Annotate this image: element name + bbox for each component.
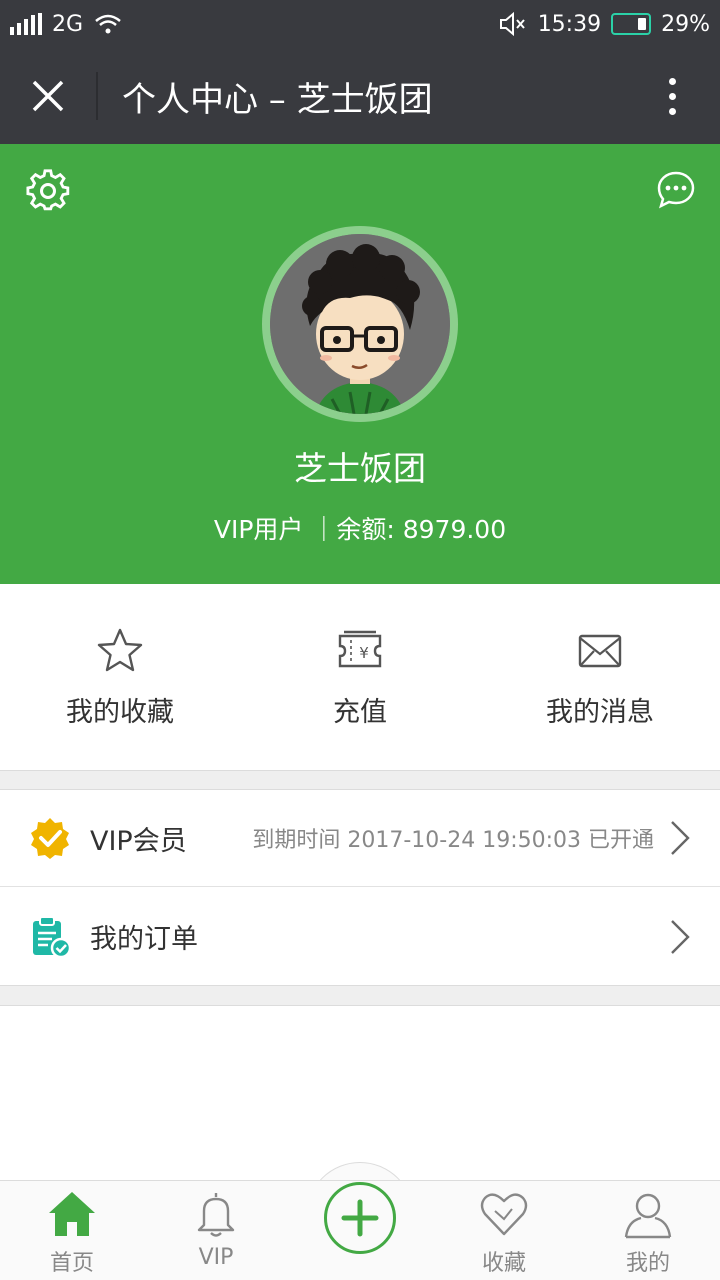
nav-vip-label: VIP bbox=[198, 1245, 234, 1270]
section-divider bbox=[0, 770, 720, 790]
nav-favorites-label: 收藏 bbox=[481, 1251, 526, 1276]
nav-me[interactable]: 我的 bbox=[576, 1181, 720, 1280]
plus-icon bbox=[341, 1199, 379, 1237]
profile-header: 芝士饭团 VIP用户 ｜余额: 8979.00 bbox=[0, 144, 720, 584]
quick-actions: 我的收藏 ¥ 充值 我的消息 bbox=[0, 584, 720, 770]
nav-home-label: 首页 bbox=[49, 1251, 94, 1276]
avatar[interactable] bbox=[262, 226, 458, 422]
page-title: 个人中心 – 芝士饭团 bbox=[122, 79, 433, 120]
chevron-right-icon bbox=[671, 919, 690, 954]
messages-button[interactable]: 我的消息 bbox=[480, 584, 720, 770]
nav-me-label: 我的 bbox=[625, 1251, 670, 1276]
bell-icon bbox=[197, 1193, 235, 1237]
status-bar: 2G 15:39 29% bbox=[0, 0, 720, 48]
nav-favorites[interactable]: 收藏 bbox=[432, 1181, 576, 1280]
envelope-icon bbox=[578, 634, 622, 668]
more-vertical-icon bbox=[668, 77, 676, 85]
signal-icon bbox=[10, 13, 42, 35]
section-divider bbox=[0, 985, 720, 1006]
clock: 15:39 bbox=[537, 11, 602, 37]
more-button[interactable] bbox=[624, 48, 720, 144]
wifi-icon bbox=[95, 14, 121, 34]
favorites-label: 我的收藏 bbox=[66, 697, 174, 728]
messages-label: 我的消息 bbox=[546, 697, 654, 728]
avatar-illustration-icon bbox=[270, 234, 450, 414]
chat-bubble-icon[interactable] bbox=[656, 170, 696, 210]
title-bar: 个人中心 – 芝士饭团 bbox=[0, 48, 720, 144]
recharge-label: 充值 bbox=[333, 697, 387, 728]
vip-badge-icon bbox=[31, 818, 69, 859]
close-icon bbox=[32, 80, 64, 112]
svg-text:¥: ¥ bbox=[359, 644, 369, 662]
nav-vip[interactable]: VIP bbox=[144, 1181, 288, 1280]
network-type: 2G bbox=[52, 11, 84, 37]
star-icon bbox=[97, 628, 143, 672]
orders-label: 我的订单 bbox=[90, 924, 198, 955]
recharge-button[interactable]: ¥ 充值 bbox=[240, 584, 480, 770]
user-icon bbox=[624, 1193, 672, 1239]
vip-label: VIP会员 bbox=[90, 825, 187, 857]
battery-icon bbox=[611, 13, 652, 35]
favorites-button[interactable]: 我的收藏 bbox=[0, 584, 240, 770]
heart-icon bbox=[480, 1193, 528, 1236]
vip-membership-row[interactable]: VIP会员 到期时间 2017-10-24 19:50:03 已开通 bbox=[0, 790, 720, 887]
my-orders-row[interactable]: 我的订单 bbox=[0, 888, 720, 985]
mute-icon bbox=[499, 11, 525, 37]
chevron-right-icon bbox=[671, 821, 690, 855]
username: 芝士饭团 bbox=[294, 449, 426, 488]
settings-gear-icon[interactable] bbox=[26, 168, 70, 212]
clipboard-check-icon bbox=[33, 915, 72, 958]
vip-expiry-text: 到期时间 2017-10-24 19:50:03 已开通 bbox=[252, 828, 654, 853]
add-button[interactable] bbox=[324, 1182, 396, 1254]
user-status-balance: VIP用户 ｜余额: 8979.00 bbox=[213, 515, 507, 544]
title-divider bbox=[96, 72, 98, 120]
nav-home[interactable]: 首页 bbox=[0, 1181, 144, 1280]
battery-percent: 29% bbox=[661, 11, 710, 37]
home-icon bbox=[49, 1192, 95, 1236]
close-button[interactable] bbox=[0, 48, 96, 144]
ticket-yen-icon: ¥ bbox=[338, 630, 382, 668]
